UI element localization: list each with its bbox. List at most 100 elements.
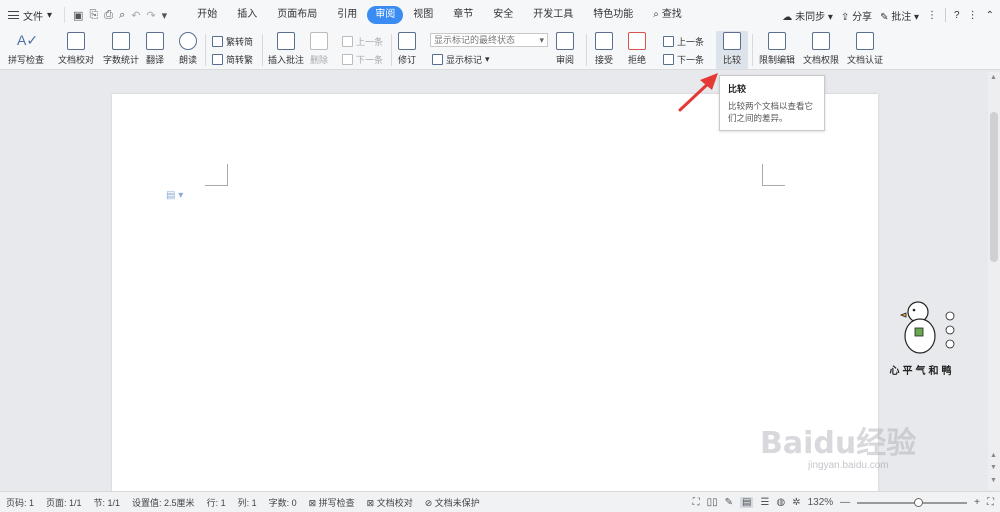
collapse-ribbon-icon[interactable]: ⌃	[986, 10, 994, 21]
outline-view-icon[interactable]: ☰	[760, 497, 769, 508]
scroll-up-icon[interactable]: ▲	[990, 74, 997, 81]
spell-check-button[interactable]: A✓ 拼写检查	[8, 32, 44, 66]
fullscreen-icon[interactable]: ⛶	[693, 497, 700, 508]
word-count-button[interactable]: 字数统计	[103, 32, 139, 66]
tab-insert[interactable]: 插入	[227, 6, 267, 24]
more-icon[interactable]: ▾	[162, 9, 168, 22]
status-protect[interactable]: ⊘ 文档未保护	[419, 496, 486, 509]
status-spell-check[interactable]: ⊠ 拼写检查	[303, 496, 361, 509]
web-view-icon[interactable]: ◍	[776, 497, 785, 508]
accept-button[interactable]: 接受	[595, 32, 613, 66]
zoom-slider-knob[interactable]	[913, 497, 923, 507]
share-label: 分享	[852, 11, 873, 23]
next-comment-button[interactable]: 下一条	[342, 53, 383, 66]
doc-permission-button[interactable]: 文档权限	[803, 32, 839, 66]
review-pane-button[interactable]: 审阅	[556, 32, 574, 66]
zoom-level[interactable]: 132%	[808, 497, 834, 508]
zoom-slider[interactable]	[857, 497, 968, 507]
prev-comment-icon	[342, 36, 353, 47]
undo-icon[interactable]: ↶	[131, 9, 140, 22]
status-bar: 页码: 1 页面: 1/1 节: 1/1 设置值: 2.5厘米 行: 1 列: …	[0, 491, 1000, 512]
separator	[205, 34, 206, 66]
preview-icon[interactable]: ⌕	[119, 9, 125, 22]
separator	[945, 8, 947, 22]
tab-layout[interactable]: 页面布局	[267, 6, 327, 24]
insert-comment-button[interactable]: 插入批注	[268, 32, 304, 66]
prev-change-icon	[663, 36, 674, 47]
scroll-page-down-icon[interactable]: ▼	[990, 464, 997, 471]
tab-review[interactable]: 审阅	[367, 6, 404, 24]
translate-button[interactable]: 翻译	[146, 32, 164, 66]
read-mode-icon[interactable]: ▯▯	[707, 497, 718, 508]
redo-icon[interactable]: ↷	[146, 9, 155, 22]
scroll-page-up-icon[interactable]: ▲	[990, 452, 997, 459]
review-pane-label: 审阅	[556, 55, 575, 65]
reject-label: 拒绝	[628, 55, 647, 65]
comment-button[interactable]: ✎ 批注 ▾	[880, 8, 919, 23]
save-icon[interactable]: ▣	[73, 9, 83, 22]
accept-icon	[595, 32, 613, 50]
prev-change-button[interactable]: 上一条	[663, 35, 704, 48]
duck-beak	[899, 312, 907, 318]
duck-badge-3	[945, 339, 955, 349]
compare-button[interactable]: 比较	[716, 31, 748, 69]
prev-comment-button[interactable]: 上一条	[342, 35, 383, 48]
status-page[interactable]: 页面: 1/1	[40, 496, 88, 509]
write-mode-icon[interactable]: ✎	[725, 497, 733, 508]
permission-icon	[812, 32, 830, 50]
chevron-down-icon: ▾	[485, 54, 490, 64]
scrollbar-thumb[interactable]	[990, 112, 998, 262]
tab-references[interactable]: 引用	[327, 6, 367, 24]
delete-comment-button[interactable]: 删除	[310, 32, 328, 66]
next-comment-icon	[342, 54, 353, 65]
restrict-edit-button[interactable]: 限制编辑	[759, 32, 795, 66]
fit-page-icon[interactable]: ⛶	[987, 497, 994, 508]
revise-button[interactable]: 修订	[398, 32, 416, 66]
read-aloud-button[interactable]: 朗读	[179, 32, 197, 66]
share-button[interactable]: ⇪ 分享	[841, 8, 872, 23]
tab-home[interactable]: 开始	[187, 6, 227, 24]
search-button[interactable]: ⌕ 查找	[643, 6, 692, 24]
reject-icon	[628, 32, 646, 50]
page-view-icon[interactable]: ▤	[740, 497, 754, 508]
vertical-scrollbar[interactable]: ▲ ▲ ▼ ▼	[988, 72, 1000, 490]
doc-proofread-button[interactable]: 文档校对	[58, 32, 94, 66]
search-label: 查找	[661, 9, 682, 20]
doc-cert-button[interactable]: 文档认证	[847, 32, 883, 66]
export-icon[interactable]: ⎘	[89, 9, 98, 22]
trad-to-simp-button[interactable]: 繁转简	[212, 35, 253, 48]
tab-view[interactable]: 视图	[403, 6, 443, 24]
next-comment-label: 下一条	[356, 55, 384, 65]
status-row: 行: 1	[206, 497, 226, 508]
tab-features[interactable]: 特色功能	[583, 6, 643, 24]
tab-developer[interactable]: 开发工具	[523, 6, 583, 24]
markup-state-select[interactable]: 显示标记的最终状态	[430, 33, 548, 47]
tab-chapter[interactable]: 章节	[443, 6, 483, 24]
prev-comment-label: 上一条	[356, 37, 384, 47]
tooltip-body: 比较两个文档以查看它们之间的差异。	[728, 101, 814, 123]
simp-to-trad-button[interactable]: 简转繁	[212, 53, 253, 66]
print-icon[interactable]: ⎙	[104, 9, 113, 22]
show-markup-button[interactable]: 显示标记 ▾	[432, 53, 490, 66]
chevron-down-icon: ▾	[47, 9, 53, 21]
file-menu[interactable]: 文件 ▾	[0, 4, 60, 26]
status-proof-label: 文档校对	[376, 497, 413, 508]
zoom-out-icon[interactable]: —	[840, 497, 850, 508]
paragraph-icon[interactable]: ▤ ▾	[166, 190, 183, 201]
separator	[586, 34, 587, 66]
margin-mark-top-right	[762, 164, 785, 186]
status-chars[interactable]: 字数: 0	[263, 496, 303, 509]
help-button[interactable]: ?	[954, 10, 960, 21]
trad-simp-icon	[212, 36, 223, 47]
status-proofread[interactable]: ⊠ 文档校对	[361, 496, 419, 509]
scroll-down-icon[interactable]: ▼	[990, 477, 997, 484]
reject-button[interactable]: 拒绝	[628, 32, 646, 66]
more-vertical-icon[interactable]: ⋮	[968, 10, 978, 21]
sync-button[interactable]: ☁ 未同步 ▾	[782, 8, 833, 23]
more-options-icon[interactable]: ⋮	[927, 10, 937, 21]
next-change-button[interactable]: 下一条	[663, 53, 704, 66]
status-right-controls: ⛶ ▯▯ ✎ ▤ ☰ ◍ ✲ 132% — + ⛶	[693, 492, 994, 512]
tab-security[interactable]: 安全	[483, 6, 523, 24]
eye-care-icon[interactable]: ✲	[792, 497, 800, 508]
zoom-in-icon[interactable]: +	[974, 497, 980, 508]
